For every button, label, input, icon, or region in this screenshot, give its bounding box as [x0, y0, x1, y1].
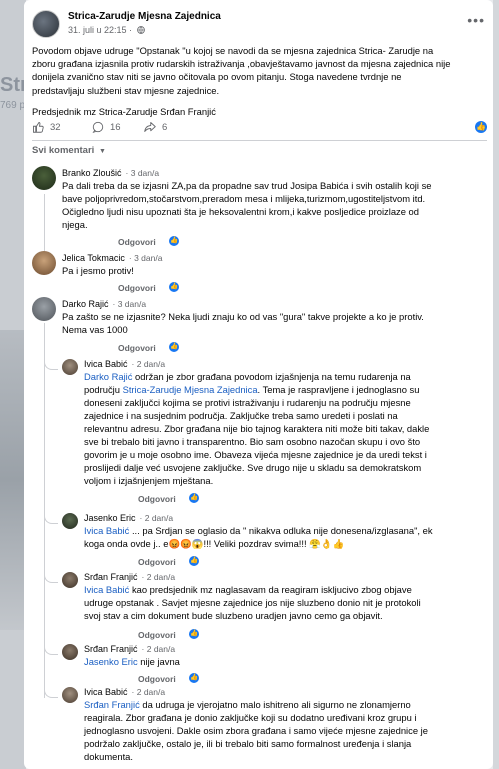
comment-time[interactable]: · 3 dan/a: [129, 253, 163, 263]
thread-line: [44, 323, 45, 698]
mention-link[interactable]: Darko Rajić: [84, 371, 132, 382]
like-reaction-icon[interactable]: 👍: [189, 629, 199, 639]
chevron-down-icon: ▼: [98, 148, 106, 155]
like-reaction-badge-icon[interactable]: 👍: [475, 121, 487, 133]
page-avatar[interactable]: [32, 10, 60, 38]
comment-item: Jelica Tokmacic · 3 dan/a Pa i jesmo prot…: [32, 251, 487, 295]
mention-link[interactable]: Strica-Zarudje Mjesna Zajednica: [123, 384, 258, 395]
avatar[interactable]: [32, 251, 56, 275]
background-ghost-subtitle: 769 p: [0, 100, 26, 111]
comment-author[interactable]: Srđan Franjić · 2 dan/a: [84, 572, 175, 582]
avatar[interactable]: [62, 687, 78, 703]
comments-count: 16: [110, 121, 121, 133]
avatar[interactable]: [62, 644, 78, 660]
thread-connector: [44, 571, 58, 583]
comment-author[interactable]: Branko Zloušić · 3 dan/a: [62, 168, 159, 178]
comment-time[interactable]: · 2 dan/a: [140, 513, 174, 523]
post-body: Povodom objave udruge "Opstanak "u kojoj…: [32, 44, 484, 126]
thread-connector: [44, 358, 58, 370]
shares-stat[interactable]: 6: [144, 121, 167, 133]
comment-time[interactable]: · 2 dan/a: [132, 359, 166, 369]
comment-author[interactable]: Srđan Franjić · 2 dan/a: [84, 644, 175, 654]
avatar[interactable]: [62, 572, 78, 588]
comment-text: Jasenko Eric nije javna: [84, 656, 180, 667]
post-timestamp[interactable]: 31. juli u 22:15 ·: [68, 25, 132, 35]
like-reaction-icon[interactable]: 👍: [169, 236, 179, 246]
avatar[interactable]: [62, 513, 78, 529]
comment-text: Darko Rajić održan je zbor građana povod…: [84, 371, 430, 486]
comment-text: Ivica Babić ... pa Srdjan se oglasio da …: [84, 525, 433, 549]
like-reaction-icon[interactable]: 👍: [189, 493, 199, 503]
more-options-button[interactable]: •••: [467, 12, 485, 28]
comment-text: Ivica Babić kao predsjednik mz naglasava…: [84, 584, 421, 621]
avatar[interactable]: [62, 359, 78, 375]
thread-connector: [44, 686, 58, 698]
reply-button[interactable]: Odgovori: [118, 237, 156, 247]
comment-sort-dropdown[interactable]: Svi komentari ▼: [32, 145, 106, 156]
reply-item: Ivica Babić · 2 dan/a Darko Rajić održan …: [62, 359, 487, 504]
thread-line: [44, 194, 45, 254]
post-header: Strica-Zarudje Mjesna Zajednica 31. juli…: [32, 10, 487, 40]
thread-connector: [44, 512, 58, 524]
background-page: Stri 769 p: [0, 0, 33, 769]
post-signature: Predsjednik mz Strica-Zarudje Srđan Fran…: [32, 105, 216, 117]
comment-author[interactable]: Jasenko Eric · 2 dan/a: [84, 513, 173, 523]
comment-text: Pa i jesmo protiv!: [62, 265, 134, 276]
mention-link[interactable]: Ivica Babić: [84, 525, 129, 536]
comment-author[interactable]: Darko Rajić · 3 dan/a: [62, 299, 146, 309]
comment-text: Pa dali treba da se izjasni ZA,pa da pro…: [62, 180, 432, 230]
reply-button[interactable]: Odgovori: [118, 283, 156, 293]
like-reaction-icon[interactable]: 👍: [189, 556, 199, 566]
reply-item: Ivica Babić · 2 dan/a Srđan Franjić da ud…: [62, 687, 487, 767]
mention-link[interactable]: Jasenko Eric: [84, 656, 138, 667]
like-reaction-icon[interactable]: 👍: [169, 342, 179, 352]
mention-link[interactable]: Srđan Franjić: [84, 699, 140, 710]
comment-time[interactable]: · 3 dan/a: [113, 299, 147, 309]
comment-text: Pa zašto se ne izjasnite? Neka ljudi zna…: [62, 311, 424, 335]
mention-link[interactable]: Ivica Babić: [84, 584, 129, 595]
comment-item: Branko Zloušić · 3 dan/a Pa dali treba da…: [32, 166, 487, 248]
comment-text: Srđan Franjić da udruga je vjerojatno ma…: [84, 699, 428, 762]
thumbs-up-icon: [32, 121, 44, 133]
page-name[interactable]: Strica-Zarudje Mjesna Zajednica: [68, 11, 221, 22]
background-photo: [0, 330, 26, 630]
comments-stat[interactable]: 16: [92, 121, 121, 133]
reply-button[interactable]: Odgovori: [138, 674, 176, 684]
globe-icon: [136, 26, 145, 34]
reply-item: Jasenko Eric · 2 dan/a Ivica Babić ... pa…: [62, 513, 487, 567]
shares-count: 6: [162, 121, 168, 133]
reply-button[interactable]: Odgovori: [118, 343, 156, 353]
comment-item: Darko Rajić · 3 dan/a Pa zašto se ne izja…: [32, 297, 487, 353]
comment-time[interactable]: · 3 dan/a: [126, 168, 160, 178]
comment-author[interactable]: Ivica Babić · 2 dan/a: [84, 359, 165, 369]
likes-count: 32: [50, 121, 61, 133]
comment-author[interactable]: Ivica Babić · 2 dan/a: [84, 687, 165, 697]
post-meta: 31. juli u 22:15 ·: [68, 25, 145, 35]
background-right-edge: [493, 0, 499, 769]
avatar[interactable]: [32, 297, 56, 321]
reply-button[interactable]: Odgovori: [138, 557, 176, 567]
avatar[interactable]: [32, 166, 56, 190]
reply-item: Srđan Franjić · 2 dan/a Jasenko Eric nije…: [62, 644, 487, 684]
comment-author[interactable]: Jelica Tokmacic · 3 dan/a: [62, 253, 162, 263]
divider: [32, 140, 487, 141]
reply-button[interactable]: Odgovori: [138, 630, 176, 640]
like-reaction-icon[interactable]: 👍: [189, 673, 199, 683]
comment-time[interactable]: · 2 dan/a: [142, 644, 176, 654]
reply-button[interactable]: Odgovori: [138, 494, 176, 504]
post-paragraph: Povodom objave udruge "Opstanak "u kojoj…: [32, 45, 451, 96]
comment-icon: [92, 121, 104, 133]
reply-item: Srđan Franjić · 2 dan/a Ivica Babić kao p…: [62, 572, 487, 640]
comment-time[interactable]: · 2 dan/a: [132, 687, 166, 697]
share-icon: [144, 121, 156, 133]
comment-time[interactable]: · 2 dan/a: [142, 572, 176, 582]
post-card: Strica-Zarudje Mjesna Zajednica 31. juli…: [24, 0, 493, 769]
reaction-bar: 32 16 6 👍: [32, 121, 487, 135]
likes-stat[interactable]: 32: [32, 121, 61, 133]
thread-connector: [44, 643, 58, 655]
like-reaction-icon[interactable]: 👍: [169, 282, 179, 292]
